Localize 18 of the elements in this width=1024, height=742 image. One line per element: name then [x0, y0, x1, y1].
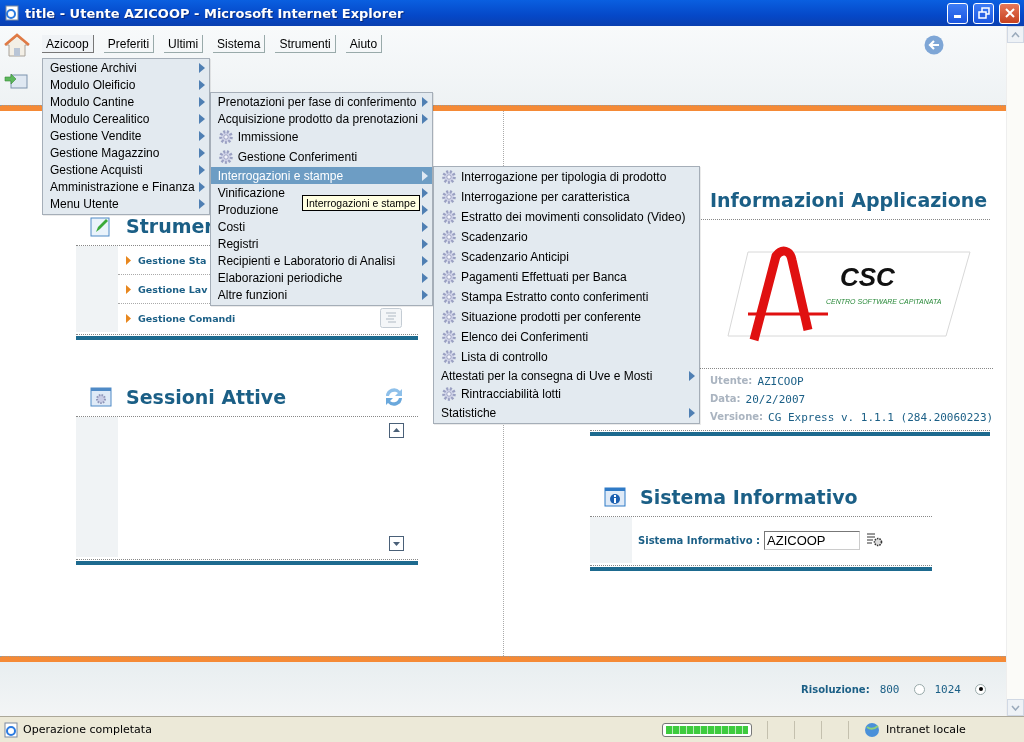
info-value: 20/2/2007 [745, 393, 806, 406]
status-text: Operazione completata [23, 723, 153, 736]
section-title: Informazioni Applicazione [710, 189, 988, 211]
info-label: Utente: [710, 375, 753, 388]
option-label: 1024 [934, 682, 961, 696]
tooltip: Interrogazioni e stampe [302, 195, 420, 211]
logo-text: CSC [840, 262, 895, 293]
zone-text: Intranet locale [886, 723, 966, 736]
info-label: Data: [710, 393, 741, 406]
info-label: Versione: [710, 411, 764, 424]
option-label: 800 [879, 682, 900, 696]
resolution-label: Risoluzione: [801, 683, 870, 695]
section-title: Sessioni Attive [126, 386, 287, 408]
field-label: Sistema Informativo : [638, 534, 761, 546]
section-title: Sistema Informativo [640, 486, 858, 508]
info-value: CG Express v. 1.1.1 (284.20060223) [768, 411, 994, 424]
window-title: title - Utente AZICOOP - Microsoft Internet Explorer [25, 5, 405, 21]
info-value: AZICOOP [757, 375, 804, 388]
